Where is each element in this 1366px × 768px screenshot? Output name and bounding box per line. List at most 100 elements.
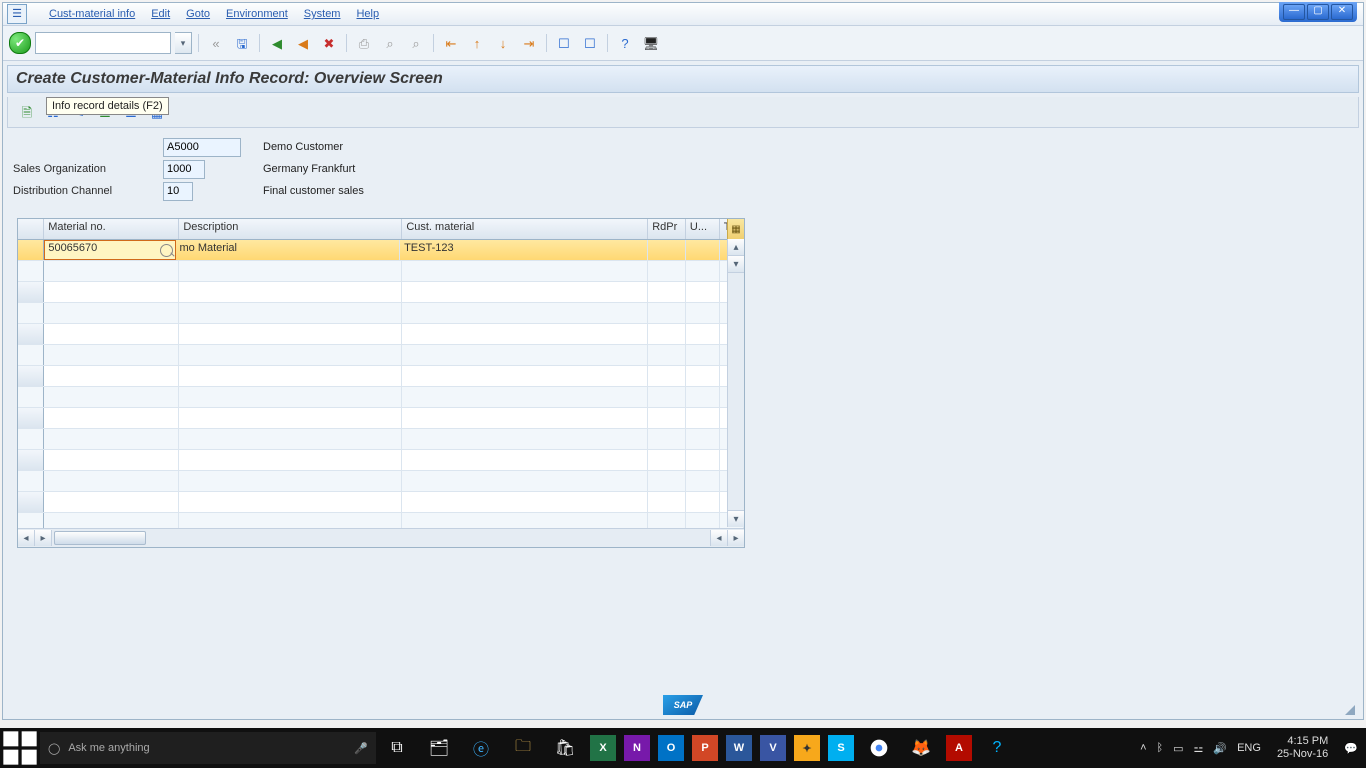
- back-icon[interactable]: ◀: [266, 32, 288, 54]
- next-page-icon[interactable]: ↓: [492, 32, 514, 54]
- word-icon[interactable]: W: [726, 735, 752, 761]
- salesorg-desc: Germany Frankfurt: [263, 163, 355, 175]
- last-page-icon[interactable]: ⇥: [518, 32, 540, 54]
- layout-icon[interactable]: 🖥: [640, 32, 662, 54]
- onenote-icon[interactable]: N: [624, 735, 650, 761]
- powerpoint-icon[interactable]: P: [692, 735, 718, 761]
- menu-system[interactable]: System: [304, 3, 341, 25]
- wifi-icon[interactable]: ⚍: [1194, 742, 1204, 755]
- col-rdpr[interactable]: RdPr: [648, 219, 686, 239]
- table-row[interactable]: [18, 345, 744, 366]
- table-row[interactable]: [18, 366, 744, 387]
- cust-material-cell[interactable]: TEST-123: [400, 240, 648, 260]
- table-row[interactable]: [18, 408, 744, 429]
- visio-icon[interactable]: V: [760, 735, 786, 761]
- maximize-button[interactable]: ▢: [1307, 4, 1329, 20]
- find-icon[interactable]: ⌕: [379, 32, 401, 54]
- edge-icon[interactable]: ⓔ: [460, 728, 502, 768]
- menu-help[interactable]: Help: [356, 3, 379, 25]
- salesorg-field[interactable]: [163, 160, 205, 179]
- table-row[interactable]: [18, 492, 744, 513]
- col-material[interactable]: Material no.: [44, 219, 179, 239]
- chrome-icon[interactable]: [858, 728, 900, 768]
- scroll-right-icon[interactable]: ◂: [710, 530, 727, 546]
- scroll-bottom-icon[interactable]: ▾: [728, 510, 744, 527]
- scroll-up-icon[interactable]: ▴: [728, 239, 744, 256]
- first-page-icon[interactable]: ⇤: [440, 32, 462, 54]
- description-cell[interactable]: mo Material: [176, 240, 401, 260]
- back-double-icon[interactable]: «: [205, 32, 227, 54]
- command-dropdown[interactable]: ▾: [175, 32, 192, 54]
- language-indicator[interactable]: ENG: [1237, 742, 1261, 754]
- grid-config-button[interactable]: ▦: [727, 219, 744, 239]
- volume-icon[interactable]: 🔊: [1213, 742, 1227, 755]
- table-row[interactable]: [18, 282, 744, 303]
- menu-environment[interactable]: Environment: [226, 3, 288, 25]
- distch-desc: Final customer sales: [263, 185, 364, 197]
- cortana-search[interactable]: ◯ Ask me anything 🎤: [40, 732, 376, 764]
- distch-field[interactable]: [163, 182, 193, 201]
- grid-header: Material no. Description Cust. material …: [18, 219, 744, 240]
- print-icon[interactable]: ⎙: [353, 32, 375, 54]
- skype-icon[interactable]: S: [828, 735, 854, 761]
- find-next-icon[interactable]: ⌕: [405, 32, 427, 54]
- table-row[interactable]: 50065670 mo Material TEST-123: [18, 240, 744, 261]
- store-icon[interactable]: 🛍: [544, 728, 586, 768]
- scroll-right2-icon[interactable]: ▸: [727, 530, 744, 546]
- table-row[interactable]: [18, 324, 744, 345]
- adobe-reader-icon[interactable]: A: [946, 735, 972, 761]
- shortcut-icon[interactable]: ☐: [579, 32, 601, 54]
- col-cust-material[interactable]: Cust. material: [402, 219, 648, 239]
- battery-icon[interactable]: ▭: [1173, 742, 1183, 755]
- menu-cust-material[interactable]: Cust-material info: [49, 3, 135, 25]
- firefox-icon[interactable]: 🦊: [900, 728, 942, 768]
- save-icon[interactable]: 🖫: [231, 32, 253, 54]
- close-button[interactable]: ✕: [1331, 4, 1353, 20]
- cancel-icon[interactable]: ✖: [318, 32, 340, 54]
- grid-vertical-scrollbar[interactable]: ▴ ▾ ▾: [727, 239, 744, 527]
- task-view-icon[interactable]: ⧉: [376, 728, 418, 768]
- outlook-icon[interactable]: O: [658, 735, 684, 761]
- excel-icon[interactable]: X: [590, 735, 616, 761]
- customer-field[interactable]: [163, 138, 241, 157]
- folder-icon[interactable]: 🗀: [502, 728, 544, 768]
- scroll-left-icon[interactable]: ◂: [18, 530, 35, 546]
- exit-icon[interactable]: ◀: [292, 32, 314, 54]
- app-menu-icon[interactable]: ☰: [7, 4, 27, 24]
- bluetooth-icon[interactable]: ᛒ: [1157, 742, 1164, 754]
- minimize-button[interactable]: —: [1283, 4, 1305, 20]
- prev-page-icon[interactable]: ↑: [466, 32, 488, 54]
- material-grid[interactable]: Material no. Description Cust. material …: [17, 218, 745, 548]
- scroll-down-icon[interactable]: ▾: [728, 256, 744, 273]
- table-row[interactable]: [18, 261, 744, 282]
- info-record-details-button[interactable]: 🗎: [16, 101, 38, 123]
- menu-goto[interactable]: Goto: [186, 3, 210, 25]
- tray-chevron-icon[interactable]: ˄: [1140, 742, 1146, 754]
- clock[interactable]: 4:15 PM 25-Nov-16: [1271, 735, 1334, 761]
- table-row[interactable]: [18, 513, 744, 528]
- mic-icon[interactable]: 🎤: [354, 742, 368, 755]
- enter-button[interactable]: ✔: [9, 32, 31, 54]
- menu-edit[interactable]: Edit: [151, 3, 170, 25]
- table-row[interactable]: [18, 387, 744, 408]
- action-center-icon[interactable]: 💬: [1344, 742, 1358, 755]
- table-row[interactable]: [18, 471, 744, 492]
- help-icon[interactable]: ?: [614, 32, 636, 54]
- scroll-thumb[interactable]: [54, 531, 146, 545]
- col-description[interactable]: Description: [179, 219, 402, 239]
- command-field[interactable]: [35, 32, 171, 54]
- scroll-left2-icon[interactable]: ▸: [35, 530, 52, 546]
- table-row[interactable]: [18, 450, 744, 471]
- new-session-icon[interactable]: ☐: [553, 32, 575, 54]
- material-cell[interactable]: 50065670: [44, 240, 175, 260]
- grid-horizontal-scrollbar[interactable]: ◂ ▸ ◂ ▸: [18, 528, 744, 547]
- start-button[interactable]: [0, 728, 40, 768]
- col-uom[interactable]: U...: [686, 219, 720, 239]
- table-row[interactable]: [18, 429, 744, 450]
- table-row[interactable]: [18, 303, 744, 324]
- sap-logon-icon[interactable]: ✦: [794, 735, 820, 761]
- system-tray: ˄ ᛒ ▭ ⚍ 🔊 ENG 4:15 PM 25-Nov-16 💬: [1140, 735, 1366, 761]
- file-explorer-icon[interactable]: 🗂: [418, 728, 460, 768]
- resize-grip-icon[interactable]: [1345, 705, 1355, 715]
- help-tray-icon[interactable]: ?: [976, 728, 1018, 768]
